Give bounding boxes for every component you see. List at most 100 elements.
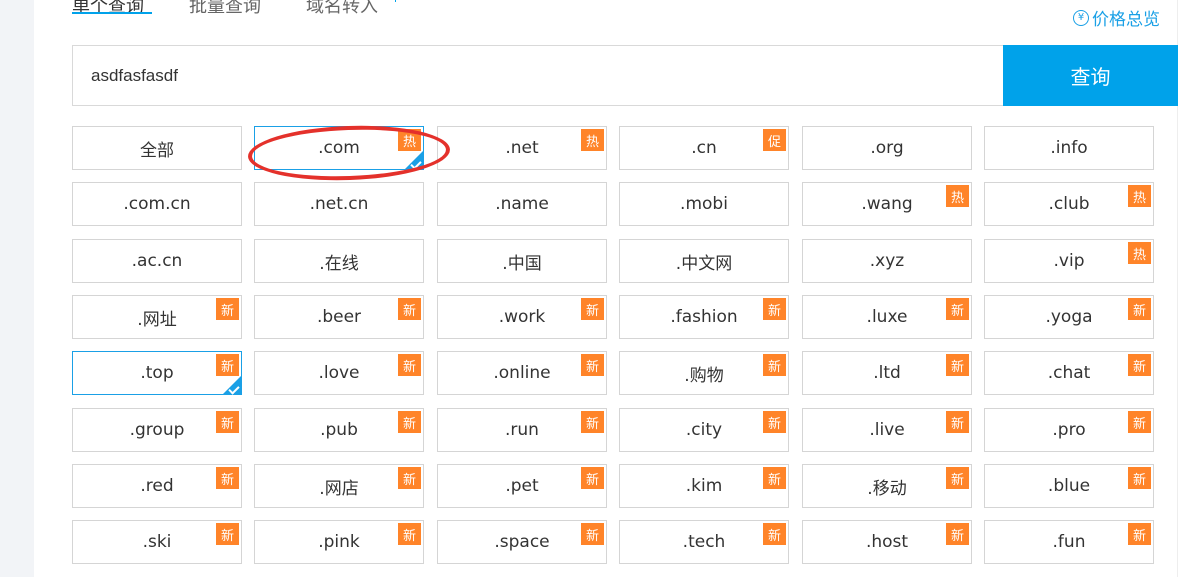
left-margin	[0, 0, 34, 577]
domain-option[interactable]: .pink 新	[254, 520, 424, 564]
domain-option-label: .luxe	[866, 307, 908, 327]
domain-option[interactable]: .fun 新	[984, 520, 1154, 564]
domain-option[interactable]: .kim 新	[619, 464, 789, 508]
domain-badge: 新	[581, 298, 604, 320]
right-scroll-area	[1177, 0, 1198, 577]
domain-badge: 新	[763, 411, 786, 433]
domain-badge: 新	[946, 411, 969, 433]
domain-option[interactable]: .club 热	[984, 182, 1154, 226]
domain-option-label: .yoga	[1045, 307, 1093, 327]
domain-option-label: .org	[870, 138, 904, 158]
domain-option[interactable]: .red 新	[72, 464, 242, 508]
domain-option[interactable]: .host 新	[802, 520, 972, 564]
domain-option[interactable]: .name	[437, 182, 607, 226]
domain-option-label: .pink	[318, 532, 360, 552]
domain-option-label: .name	[495, 194, 549, 214]
domain-option[interactable]: .移动 新	[802, 464, 972, 508]
domain-option[interactable]: .love 新	[254, 351, 424, 395]
domain-option[interactable]: .ski 新	[72, 520, 242, 564]
domain-badge: 新	[398, 411, 421, 433]
domain-option[interactable]: .com 热	[254, 126, 424, 170]
domain-option-label: .tech	[682, 532, 726, 552]
domain-option-label: .net.cn	[309, 194, 369, 214]
domain-option-label: .wang	[861, 194, 913, 214]
domain-option[interactable]: .online 新	[437, 351, 607, 395]
search-button[interactable]: 查询	[1003, 45, 1178, 106]
domain-badge: 新	[581, 354, 604, 376]
domain-option[interactable]: .购物 新	[619, 351, 789, 395]
domain-option[interactable]: .ac.cn	[72, 239, 242, 283]
tab-batch-query[interactable]: 批量查询	[189, 0, 261, 18]
domain-badge: 新	[581, 467, 604, 489]
domain-badge: 热	[1128, 242, 1151, 264]
domain-option[interactable]: .group 新	[72, 408, 242, 452]
domain-badge: 新	[398, 523, 421, 545]
domain-option[interactable]: 全部	[72, 126, 242, 170]
domain-option-label: .fashion	[670, 307, 738, 327]
domain-option[interactable]: .在线	[254, 239, 424, 283]
domain-option[interactable]: .cn 促	[619, 126, 789, 170]
domain-option-label: .info	[1050, 138, 1088, 158]
domain-option[interactable]: .space 新	[437, 520, 607, 564]
domain-option[interactable]: .city 新	[619, 408, 789, 452]
domain-option[interactable]: .网址 新	[72, 295, 242, 339]
domain-option-label: .run	[505, 420, 539, 440]
domain-option[interactable]: .fashion 新	[619, 295, 789, 339]
domain-option[interactable]: .中国	[437, 239, 607, 283]
domain-option[interactable]: .info	[984, 126, 1154, 170]
domain-option-label: .pro	[1052, 420, 1086, 440]
domain-option-label: .host	[865, 532, 909, 552]
domain-option[interactable]: .mobi	[619, 182, 789, 226]
domain-badge: 热	[1128, 185, 1151, 207]
domain-option[interactable]: .xyz	[802, 239, 972, 283]
domain-option-label: .网店	[319, 478, 359, 499]
domain-badge: 促	[763, 129, 786, 151]
domain-option[interactable]: .beer 新	[254, 295, 424, 339]
domain-badge: 新	[763, 298, 786, 320]
domain-search-input[interactable]	[73, 46, 1003, 105]
domain-option[interactable]: .blue 新	[984, 464, 1154, 508]
domain-option[interactable]: .top 新	[72, 351, 242, 395]
domain-option[interactable]: .vip 热	[984, 239, 1154, 283]
domain-option-label: .club	[1048, 194, 1090, 214]
external-link-icon	[388, 0, 396, 2]
domain-badge: 热	[398, 129, 421, 151]
domain-badge: 新	[1128, 467, 1151, 489]
price-overview-link[interactable]: ¥ 价格总览	[1073, 5, 1160, 30]
domain-option-label: .xyz	[869, 251, 905, 271]
search-button-label: 查询	[1070, 65, 1111, 89]
domain-option[interactable]: .pro 新	[984, 408, 1154, 452]
tab-single-query[interactable]: 单个查询	[72, 0, 152, 18]
domain-badge: 新	[398, 298, 421, 320]
domain-option[interactable]: .pub 新	[254, 408, 424, 452]
domain-badge: 热	[581, 129, 604, 151]
domain-option-label: .在线	[319, 253, 359, 274]
domain-option[interactable]: .org	[802, 126, 972, 170]
domain-option[interactable]: .tech 新	[619, 520, 789, 564]
domain-option[interactable]: .live 新	[802, 408, 972, 452]
tab-label: 域名转入	[306, 0, 378, 17]
domain-option[interactable]: .com.cn	[72, 182, 242, 226]
domain-option[interactable]: .网店 新	[254, 464, 424, 508]
domain-badge: 新	[946, 298, 969, 320]
domain-badge: 新	[216, 298, 239, 320]
tab-domain-transfer[interactable]: 域名转入	[306, 0, 396, 18]
domain-option[interactable]: .net 热	[437, 126, 607, 170]
domain-badge: 热	[946, 185, 969, 207]
domain-option[interactable]: .中文网	[619, 239, 789, 283]
domain-badge: 新	[216, 467, 239, 489]
domain-option[interactable]: .pet 新	[437, 464, 607, 508]
domain-option[interactable]: .run 新	[437, 408, 607, 452]
domain-option[interactable]: .net.cn	[254, 182, 424, 226]
domain-option-label: .购物	[684, 365, 724, 386]
domain-option-label: .网址	[137, 309, 177, 330]
domain-option[interactable]: .chat 新	[984, 351, 1154, 395]
domain-option[interactable]: .ltd 新	[802, 351, 972, 395]
price-overview-label: 价格总览	[1092, 10, 1160, 30]
domain-option-label: .fun	[1052, 532, 1086, 552]
domain-option[interactable]: .yoga 新	[984, 295, 1154, 339]
domain-option[interactable]: .luxe 新	[802, 295, 972, 339]
domain-option-label: .cn	[691, 138, 717, 158]
domain-option[interactable]: .work 新	[437, 295, 607, 339]
domain-option[interactable]: .wang 热	[802, 182, 972, 226]
